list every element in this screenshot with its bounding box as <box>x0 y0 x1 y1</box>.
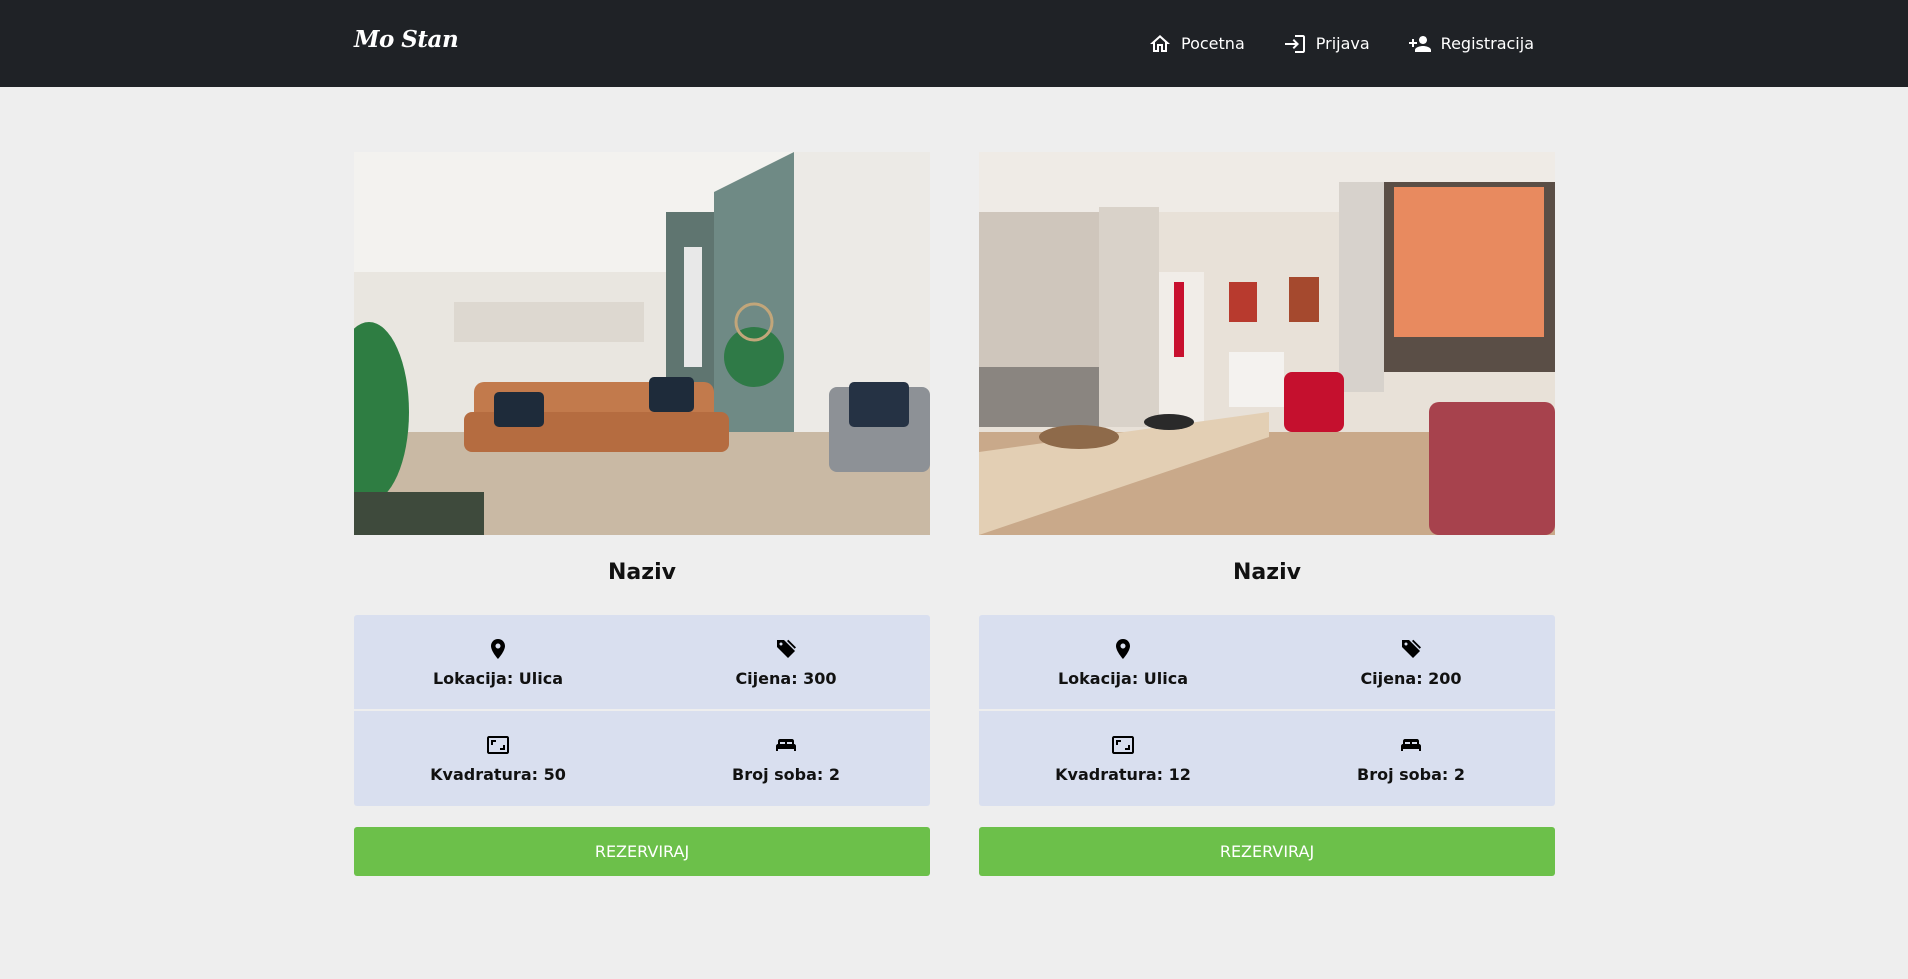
login-icon <box>1284 34 1305 53</box>
brand-logo[interactable]: Mo Stan <box>354 26 459 53</box>
kitchen-room-image <box>979 152 1555 535</box>
price-cell: Cijena: 300 <box>642 615 930 711</box>
nav-label-registracija: Registracija <box>1440 34 1534 53</box>
location-text: Lokacija: Ulica <box>1057 669 1189 689</box>
rooms-cell: Broj soba: 2 <box>1267 711 1555 807</box>
nav-item-registracija[interactable]: Registracija <box>1408 32 1534 56</box>
price-tag-icon <box>777 639 796 659</box>
price-text: Cijena: 200 <box>1360 669 1462 689</box>
nav-label-prijava: Prijava <box>1315 34 1370 53</box>
listing-photo[interactable] <box>979 152 1555 535</box>
area-text: Kvadratura: 12 <box>1055 764 1191 784</box>
listing-card: Naziv Lokacija: Ulica Cijena: 200 Kvadra… <box>979 152 1555 876</box>
location-cell: Lokacija: Ulica <box>354 615 642 711</box>
rooms-text: Broj soba: 2 <box>732 764 840 784</box>
location-text: Lokacija: Ulica <box>432 669 564 689</box>
location-cell: Lokacija: Ulica <box>979 615 1267 711</box>
listing-info-panel: Lokacija: Ulica Cijena: 300 Kvadratura: … <box>354 615 930 806</box>
bed-icon <box>1401 738 1421 751</box>
area-cell: Kvadratura: 50 <box>354 711 642 807</box>
nav-links: Pocetna Prijava Registracija <box>1110 0 1534 87</box>
listing-card: Naziv Lokacija: Ulica Cijena: 300 Kvadra… <box>354 152 930 876</box>
person-add-icon <box>1408 35 1431 52</box>
location-pin-icon <box>1116 639 1130 660</box>
listing-title: Naziv <box>608 560 676 585</box>
rooms-text: Broj soba: 2 <box>1357 764 1465 784</box>
listing-info-panel: Lokacija: Ulica Cijena: 200 Kvadratura: … <box>979 615 1555 806</box>
price-text: Cijena: 300 <box>735 669 837 689</box>
living-room-image <box>354 152 930 535</box>
reserve-button[interactable]: REZERVIRAJ <box>979 827 1555 876</box>
info-divider <box>354 709 930 711</box>
area-text: Kvadratura: 50 <box>430 764 566 784</box>
price-cell: Cijena: 200 <box>1267 615 1555 711</box>
nav-label-pocetna: Pocetna <box>1181 34 1245 53</box>
home-icon <box>1150 34 1171 52</box>
listing-photo[interactable] <box>354 152 930 535</box>
navbar: Mo Stan Pocetna Prijava Registracija <box>0 0 1908 87</box>
area-cell: Kvadratura: 12 <box>979 711 1267 807</box>
nav-item-prijava[interactable]: Prijava <box>1283 32 1370 56</box>
aspect-ratio-icon <box>487 735 509 754</box>
listing-title: Naziv <box>1233 560 1301 585</box>
nav-item-pocetna[interactable]: Pocetna <box>1148 32 1245 56</box>
aspect-ratio-icon <box>1112 735 1134 754</box>
reserve-button[interactable]: REZERVIRAJ <box>354 827 930 876</box>
info-divider <box>979 709 1555 711</box>
location-pin-icon <box>491 639 505 660</box>
rooms-cell: Broj soba: 2 <box>642 711 930 807</box>
price-tag-icon <box>1402 639 1421 659</box>
bed-icon <box>776 738 796 751</box>
